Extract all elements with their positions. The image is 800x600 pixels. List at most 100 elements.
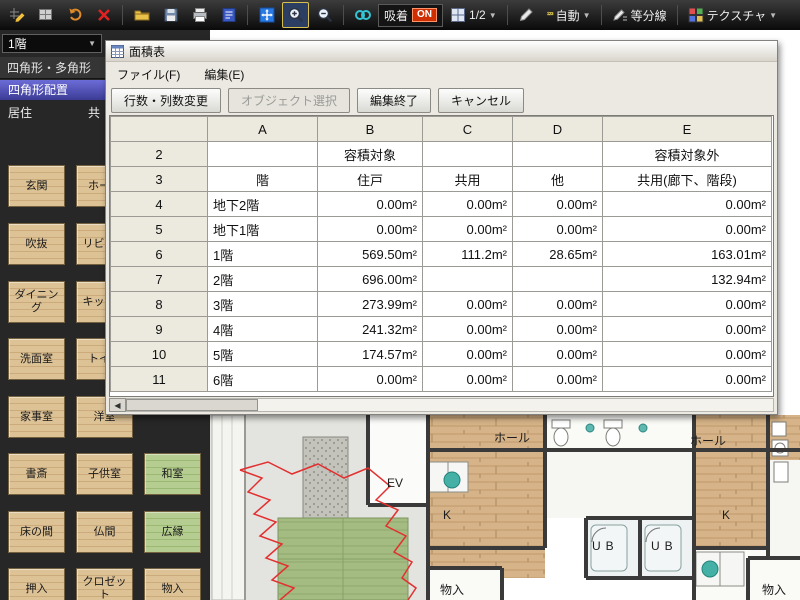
table-cell[interactable]: 241.32m² — [318, 317, 423, 342]
table-cell[interactable]: 132.94m² — [603, 267, 772, 292]
table-cell[interactable] — [208, 142, 318, 167]
print-button[interactable] — [186, 2, 213, 28]
table-cell[interactable]: 0.00m² — [513, 317, 603, 342]
table-cell[interactable]: 0.00m² — [603, 217, 772, 242]
table-cell[interactable]: 6階 — [208, 367, 318, 392]
scroll-left-button[interactable]: ◀ — [109, 398, 126, 412]
column-header[interactable]: B — [318, 117, 423, 142]
table-cell[interactable]: 4階 — [208, 317, 318, 342]
scale-select[interactable]: 1/2 ▼ — [445, 5, 502, 25]
table-cell[interactable]: 0.00m² — [603, 317, 772, 342]
column-header[interactable]: C — [423, 117, 513, 142]
table-cell[interactable]: 174.57m² — [318, 342, 423, 367]
menu-item[interactable]: ファイル(F) — [115, 64, 182, 85]
room-button[interactable]: 広縁 — [144, 511, 201, 553]
table-cell[interactable]: 696.00m² — [318, 267, 423, 292]
save-button[interactable] — [157, 2, 184, 28]
table-cell[interactable]: 住戸 — [318, 167, 423, 192]
room-button[interactable]: 物入 — [144, 568, 201, 600]
room-button[interactable]: 子供室 — [76, 453, 133, 495]
snap-toggle[interactable]: 吸着 ON — [378, 4, 443, 27]
shape-button[interactable] — [32, 2, 59, 28]
table-cell[interactable]: 0.00m² — [513, 192, 603, 217]
table-cell[interactable]: 共用(廊下、階段) — [603, 167, 772, 192]
floor-selector[interactable]: 1階 ▼ — [2, 34, 102, 53]
room-button[interactable]: 和室 — [144, 453, 201, 495]
table-cell[interactable]: 0.00m² — [423, 192, 513, 217]
table-cell[interactable]: 3階 — [208, 292, 318, 317]
window-titlebar[interactable]: 面積表 — [106, 41, 777, 62]
row-number[interactable]: 7 — [111, 267, 208, 292]
row-number[interactable]: 11 — [111, 367, 208, 392]
table-cell[interactable]: 0.00m² — [513, 292, 603, 317]
table-cell[interactable]: 0.00m² — [423, 317, 513, 342]
table-cell[interactable] — [513, 142, 603, 167]
table-cell[interactable]: 0.00m² — [603, 292, 772, 317]
room-button[interactable]: ダイニング — [8, 281, 65, 323]
room-button[interactable]: 洗面室 — [8, 338, 65, 380]
undo-button[interactable] — [61, 2, 88, 28]
row-number[interactable]: 5 — [111, 217, 208, 242]
row-number[interactable]: 4 — [111, 192, 208, 217]
table-cell[interactable] — [423, 267, 513, 292]
table-cell[interactable]: 2階 — [208, 267, 318, 292]
table-cell[interactable]: 111.2m² — [423, 242, 513, 267]
table-cell[interactable]: 0.00m² — [603, 192, 772, 217]
column-header[interactable]: A — [208, 117, 318, 142]
action-button[interactable]: キャンセル — [438, 88, 524, 113]
table-cell[interactable]: 容積対象外 — [603, 142, 772, 167]
table-cell[interactable]: 地下1階 — [208, 217, 318, 242]
table-cell[interactable]: 163.01m² — [603, 242, 772, 267]
row-number[interactable]: 10 — [111, 342, 208, 367]
room-button[interactable]: 玄関 — [8, 165, 65, 207]
room-button[interactable]: 押入 — [8, 568, 65, 600]
table-cell[interactable]: 階 — [208, 167, 318, 192]
table-cell[interactable]: 0.00m² — [318, 192, 423, 217]
table-cell[interactable]: 0.00m² — [603, 367, 772, 392]
menu-item[interactable]: 編集(E) — [202, 64, 246, 85]
table-cell[interactable]: 1階 — [208, 242, 318, 267]
category-residence[interactable]: 居住 — [8, 104, 32, 121]
table-cell[interactable]: 0.00m² — [603, 342, 772, 367]
room-button[interactable]: 家事室 — [8, 396, 65, 438]
table-cell[interactable]: 共用 — [423, 167, 513, 192]
table-cell[interactable]: 28.65m² — [513, 242, 603, 267]
table-cell[interactable]: 0.00m² — [318, 217, 423, 242]
draw-button[interactable] — [3, 2, 30, 28]
row-number[interactable]: 9 — [111, 317, 208, 342]
scrollbar-thumb[interactable] — [126, 399, 258, 411]
pen-button[interactable] — [513, 2, 540, 28]
room-button[interactable]: 吹抜 — [8, 223, 65, 265]
table-cell[interactable]: 容積対象 — [318, 142, 423, 167]
scrollbar-track[interactable] — [126, 398, 774, 412]
equal-divide-button[interactable]: 等分線 — [607, 5, 672, 26]
table-cell[interactable]: 他 — [513, 167, 603, 192]
row-number[interactable]: 3 — [111, 167, 208, 192]
table-cell[interactable]: 0.00m² — [423, 367, 513, 392]
zoom-in-button[interactable] — [282, 2, 309, 28]
table-cell[interactable] — [513, 267, 603, 292]
table-cell[interactable]: 273.99m² — [318, 292, 423, 317]
link-button[interactable] — [349, 2, 376, 28]
room-button[interactable]: 床の間 — [8, 511, 65, 553]
zoom-out-button[interactable] — [311, 2, 338, 28]
export-button[interactable] — [215, 2, 242, 28]
table-cell[interactable]: 0.00m² — [513, 342, 603, 367]
action-button[interactable]: 編集終了 — [357, 88, 431, 113]
delete-button[interactable] — [90, 2, 117, 28]
table-cell[interactable]: 0.00m² — [423, 217, 513, 242]
table-cell[interactable] — [423, 142, 513, 167]
table-cell[interactable]: 0.00m² — [318, 367, 423, 392]
room-button[interactable]: クロゼット — [76, 568, 133, 600]
row-number[interactable]: 2 — [111, 142, 208, 167]
table-cell[interactable]: 0.00m² — [423, 342, 513, 367]
table-cell[interactable]: 5階 — [208, 342, 318, 367]
row-number[interactable]: 8 — [111, 292, 208, 317]
open-button[interactable] — [128, 2, 155, 28]
room-button[interactable]: 書斎 — [8, 453, 65, 495]
table-cell[interactable]: 0.00m² — [423, 292, 513, 317]
row-number[interactable]: 6 — [111, 242, 208, 267]
texture-select[interactable]: テクスチャ ▼ — [683, 5, 782, 26]
fit-view-button[interactable] — [253, 2, 280, 28]
table-cell[interactable]: 0.00m² — [513, 217, 603, 242]
